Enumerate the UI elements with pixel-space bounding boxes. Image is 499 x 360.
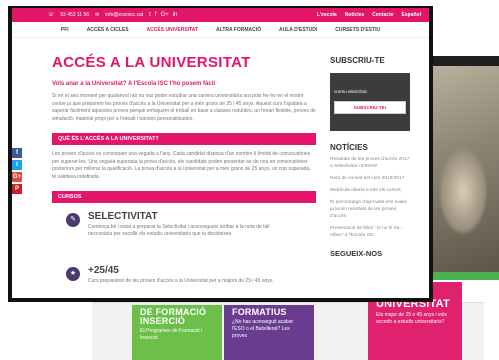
- linkedin-icon[interactable]: in: [173, 12, 178, 18]
- screenshot-stage: DE FORMACIÓ INSERCIÓ Et Programes de For…: [0, 0, 499, 360]
- news-item[interactable]: Matrícula oberta a tots els cursos: [330, 187, 410, 194]
- link-escola[interactable]: L'escola: [317, 12, 337, 18]
- nav-pfi[interactable]: PFI: [61, 27, 69, 33]
- email-address[interactable]: info@escoisc.cat: [105, 12, 143, 18]
- email-field-label[interactable]: correu electrònic: [334, 89, 406, 94]
- course-25-45[interactable]: ★ +25/45 Curs preparatori de les proves …: [52, 265, 316, 298]
- contact-info: ☏ 93 453 11 56 ✉ info@escoisc.cat: [48, 12, 143, 18]
- link-noticies[interactable]: Notícies: [345, 12, 364, 18]
- card-formatius[interactable]: FORMATIUS ¿No has aconseguit acabar l'ES…: [224, 305, 314, 360]
- intro-paragraph: Si en el seu moment per qualsevol raó no…: [52, 93, 316, 122]
- facebook-icon[interactable]: f: [155, 12, 157, 18]
- lead-text: Vols anar a la Universitat? A l'Escola I…: [52, 81, 216, 87]
- news-item[interactable]: Resultats de les proves d'accés 2017 a S…: [330, 156, 410, 170]
- course-title: +25/45: [88, 265, 119, 276]
- news-list: Resultats de les proves d'accés 2017 a S…: [330, 156, 410, 239]
- link-contacte[interactable]: Contacte: [372, 12, 393, 18]
- card-subtitle: Ets major de 25 o 45 anys i vols accedir…: [376, 312, 447, 325]
- subscribe-title: SUBSCRIU-TE: [330, 56, 385, 65]
- subscribe-box: correu electrònic SUBSCRIU-TE!: [330, 73, 410, 131]
- background-photo: [430, 66, 499, 280]
- share-pinterest-icon[interactable]: P: [12, 184, 22, 194]
- main-content: ACCÉS A LA UNIVERSITAT Vols anar a la Un…: [52, 44, 316, 298]
- nav-acces-universitat[interactable]: ACCÉS UNIVERSITAT: [147, 27, 198, 33]
- share-facebook-icon[interactable]: f: [12, 148, 22, 158]
- follow-title: SEGUEIX-NOS: [330, 249, 383, 258]
- card-formacio[interactable]: DE FORMACIÓ INSERCIÓ Et Programes de For…: [132, 305, 222, 360]
- news-item[interactable]: Nota de comiat del curs 2016/2017: [330, 175, 410, 182]
- course-description: Curs preparatori de les proves d'accés a…: [88, 278, 274, 284]
- pencil-icon: ✎: [66, 213, 80, 227]
- news-item[interactable]: El percentatge d'aprovats ens avala: ja …: [330, 199, 410, 220]
- link-espanol[interactable]: Español: [402, 12, 421, 18]
- card-subtitle: Et Programes de Formació i Inserció: [140, 328, 203, 341]
- section-paragraph: Les proves d'accés es convoquen una vega…: [52, 151, 311, 180]
- nav-altra-formacio[interactable]: ALTRA FORMACIÓ: [216, 27, 261, 33]
- background-green-bar: [432, 272, 499, 280]
- top-contact-bar: ☏ 93 453 11 56 ✉ info@escoisc.cat t f G+…: [12, 8, 429, 22]
- course-selectivitat[interactable]: ✎ SELECTIVITAT Comença bé i estat a prep…: [52, 211, 316, 257]
- star-icon: ★: [66, 267, 80, 281]
- news-item[interactable]: Presentació de llibre "Si no hi ha... re…: [330, 225, 410, 239]
- course-description: Comença bé i estat a preparar la Selecti…: [88, 224, 270, 237]
- course-title: SELECTIVITAT: [88, 211, 158, 222]
- card-title: DE FORMACIÓ INSERCIÓ: [140, 307, 207, 326]
- card-subtitle: ¿No has aconseguit acabar l'ESO o el Bat…: [232, 319, 294, 339]
- share-googleplus-icon[interactable]: G+: [12, 172, 22, 182]
- twitter-icon[interactable]: t: [149, 12, 151, 18]
- phone-icon: ☏: [48, 12, 55, 18]
- nav-aula-estudi[interactable]: AULA D'ESTUDI: [279, 27, 317, 33]
- main-nav: PFI ACCÉS A CICLES ACCÉS UNIVERSITAT ALT…: [12, 22, 429, 38]
- email-icon: ✉: [95, 12, 100, 18]
- top-links: L'escola Notícies Contacte Español: [317, 12, 421, 18]
- phone-number[interactable]: 93 453 11 56: [60, 12, 89, 18]
- background-topbar: [430, 56, 499, 66]
- browser-frame: ☏ 93 453 11 56 ✉ info@escoisc.cat t f G+…: [8, 6, 433, 302]
- news-title: NOTÍCIES: [330, 143, 368, 152]
- courses-header: CURSOS: [52, 191, 316, 203]
- background-window: [430, 56, 499, 280]
- nav-acces-cicles[interactable]: ACCÉS A CICLES: [87, 27, 129, 33]
- googleplus-icon[interactable]: G+: [161, 12, 169, 18]
- sidebar: SUBSCRIU-TE correu electrònic SUBSCRIU-T…: [330, 44, 410, 258]
- share-bar: f t G+ P: [12, 148, 24, 196]
- section-header: QUÈ ÉS L'ACCÉS A LA UNIVERSITAT?: [52, 133, 316, 145]
- subscribe-button[interactable]: SUBSCRIU-TE!: [334, 101, 406, 114]
- page-title: ACCÉS A LA UNIVERSITAT: [52, 54, 251, 71]
- social-links: t f G+ in: [149, 12, 177, 18]
- share-twitter-icon[interactable]: t: [12, 160, 22, 170]
- nav-cursets-estiu[interactable]: CURSETS D'ESTIU: [335, 27, 380, 33]
- card-title: FORMATIUS: [232, 307, 287, 317]
